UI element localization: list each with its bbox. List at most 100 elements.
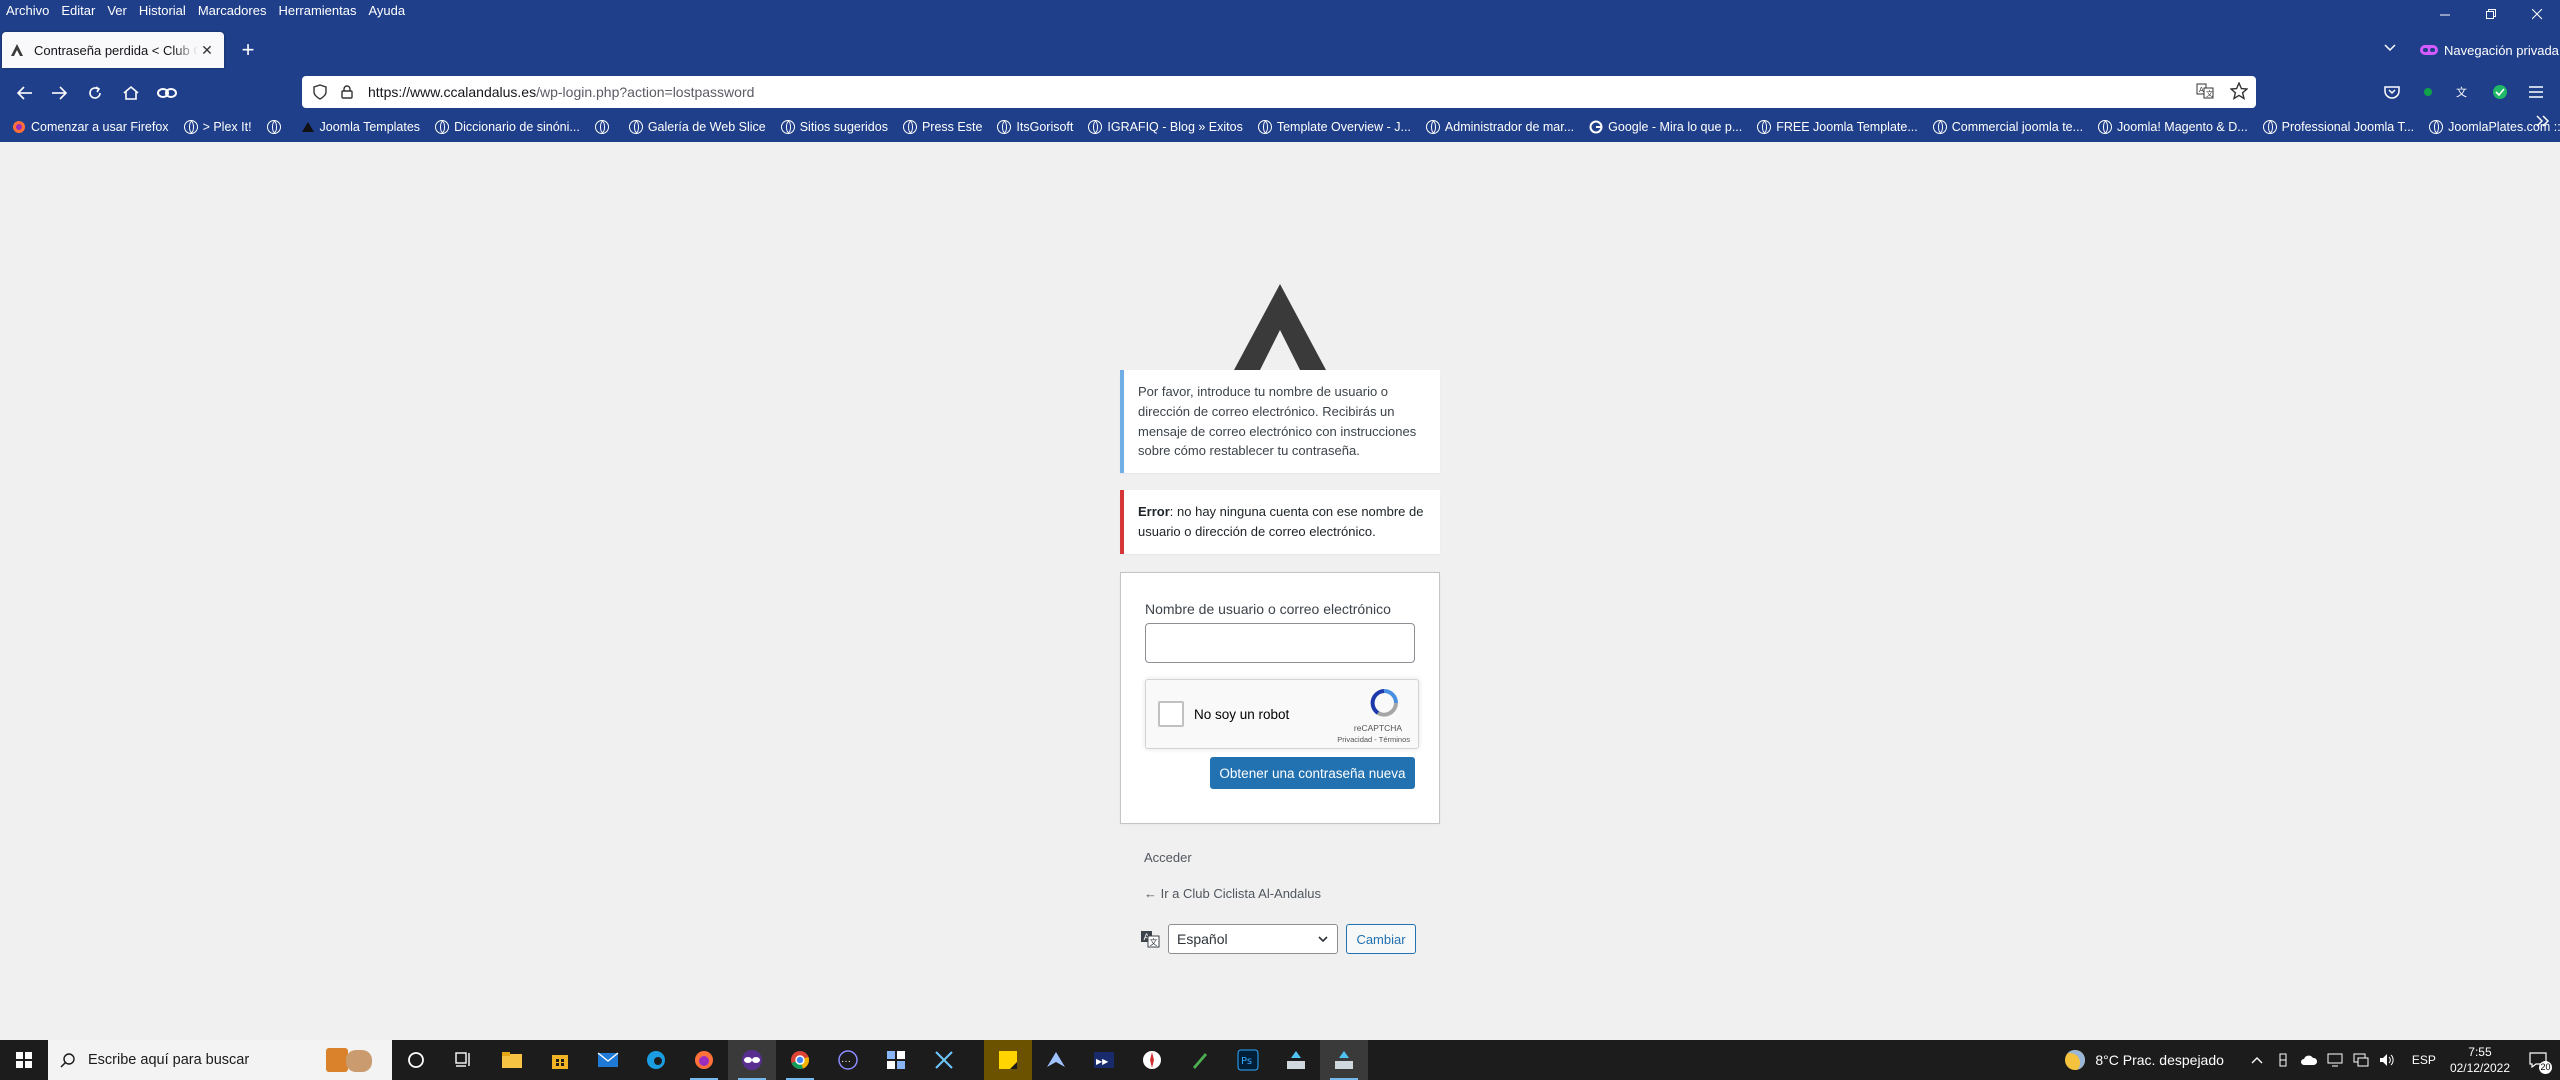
taskbar-app-photoshop[interactable]: Ps [1224,1040,1272,1080]
bookmark-item[interactable]: Google - Mira lo que p... [1589,120,1742,134]
bookmark-item[interactable]: Sitios sugeridos [780,120,888,134]
tray-volume-icon[interactable] [2378,1052,2396,1068]
tray-clock[interactable]: 7:55 02/12/2022 [2450,1044,2510,1076]
menu-archivo[interactable]: Archivo [6,3,49,18]
close-window-button[interactable] [2514,0,2560,28]
bookmark-item[interactable]: Galería de Web Slice [628,120,766,134]
minimize-button[interactable] [2422,0,2468,28]
bookmark-label: Joomla! Magento & D... [2117,120,2248,134]
photoshop-icon: Ps [1237,1049,1259,1071]
tab-list-chevron-icon[interactable] [2384,40,2396,55]
menu-editar[interactable]: Editar [61,3,95,18]
restore-button[interactable] [2468,0,2514,28]
tray-onedrive-cloud-icon[interactable] [2300,1052,2318,1068]
get-new-password-button[interactable]: Obtener una contraseña nueva [1210,757,1415,789]
bookmark-item[interactable]: Diccionario de sinóni... [435,120,580,134]
menu-marcadores[interactable]: Marcadores [198,3,267,18]
home-icon [123,85,139,100]
change-language-button[interactable]: Cambiar [1346,924,1416,954]
lock-icon[interactable] [340,85,354,99]
menu-ver[interactable]: Ver [107,3,127,18]
bookmark-item[interactable]: Joomla! Magento & D... [2098,120,2248,134]
menu-herramientas[interactable]: Herramientas [278,3,356,18]
bookmark-item[interactable]: IGRAFIQ - Blog » Exitos [1088,120,1243,134]
app-menu-button[interactable] [2524,80,2548,104]
taskbar-app-installer-2[interactable] [1320,1040,1368,1080]
taskbar-app-firefox-private[interactable] [728,1040,776,1080]
cortana-button[interactable] [392,1040,440,1080]
taskbar-app-media[interactable]: ▶▶ [1080,1040,1128,1080]
tray-usb-icon[interactable] [2274,1052,2292,1068]
bookmarks-overflow-chevron-icon[interactable] [2536,114,2550,132]
tray-input-language[interactable]: ESP [2412,1053,2436,1067]
taskbar-app-chrome[interactable] [776,1040,824,1080]
new-tab-button[interactable]: + [236,37,260,62]
bookmark-item[interactable]: Commercial joomla te... [1932,120,2083,134]
bookmark-item[interactable]: Press Este [902,120,982,134]
bookmark-item[interactable] [594,120,614,134]
pocket-button[interactable] [2380,80,2404,104]
taskbar-app-game[interactable] [1032,1040,1080,1080]
taskbar-app-edge[interactable] [632,1040,680,1080]
language-switcher: A 文 Español Cambiar [1140,924,1416,954]
back-to-site-link[interactable]: ← Ir a Club Ciclista Al-Andalus [1144,886,1321,901]
bookmark-item[interactable]: Template Overview - J... [1257,120,1411,134]
language-select[interactable]: Español [1168,924,1338,954]
bookmark-item[interactable]: ItsGorisoft [997,120,1073,134]
globe-icon [2262,120,2277,134]
bookmark-item[interactable] [266,120,286,134]
private-mode-button[interactable] [154,80,180,106]
taskbar-app-snipping[interactable] [920,1040,968,1080]
bookmark-item[interactable]: Professional Joomla T... [2262,120,2414,134]
home-button[interactable] [118,80,144,106]
info-message: Por favor, introduce tu nombre de usuari… [1120,370,1440,473]
taskbar-app-inkscape[interactable] [1176,1040,1224,1080]
translate-icon[interactable]: A文 [2196,82,2214,100]
taskbar-app-file-explorer[interactable] [488,1040,536,1080]
tray-show-hidden-chevron-icon[interactable] [2248,1052,2266,1068]
extension-translate-button[interactable]: 文 [2452,80,2476,104]
weather-widget[interactable]: 8°C Prac. despejado [2065,1050,2224,1070]
tray-display-icon[interactable] [2326,1052,2344,1068]
site-logo[interactable] [1210,282,1350,370]
url-bar[interactable]: https://www.ccalandalus.es/wp-login.php?… [302,76,2256,108]
url-text[interactable]: https://www.ccalandalus.es/wp-login.php?… [368,84,754,100]
start-button[interactable] [0,1040,48,1080]
taskbar-app-mail[interactable] [584,1040,632,1080]
notification-center-button[interactable]: 20 [2526,1048,2552,1074]
bookmark-item[interactable]: Comenzar a usar Firefox [12,120,169,134]
bookmark-star-icon[interactable] [2230,82,2248,100]
extension-shield-button[interactable] [2488,80,2512,104]
username-input[interactable] [1145,623,1415,663]
bookmark-item[interactable]: > Plex It! [183,120,252,134]
menu-ayuda[interactable]: Ayuda [368,3,405,18]
taskbar-app-grid[interactable] [872,1040,920,1080]
bookmark-label: Galería de Web Slice [647,120,766,134]
menu-historial[interactable]: Historial [139,3,186,18]
joomla-templates-icon [301,122,314,132]
taskbar-app-installer[interactable] [1272,1040,1320,1080]
taskbar-app-firefox[interactable] [680,1040,728,1080]
extension-green-button[interactable] [2416,80,2440,104]
bookmark-item[interactable]: Administrador de mar... [1425,120,1574,134]
recaptcha-links[interactable]: Privacidad - Términos [1337,735,1410,744]
browser-chrome: Archivo Editar Ver Historial Marcadores … [0,0,2560,142]
taskbar-app-compass[interactable] [1128,1040,1176,1080]
taskbar-search-box[interactable]: Escribe aquí para buscar [48,1040,392,1080]
media-app-icon: ▶▶ [1094,1052,1114,1068]
taskbar-app-store[interactable] [536,1040,584,1080]
tray-network-icon[interactable] [2352,1052,2370,1068]
forward-button[interactable] [46,80,72,106]
tab-close-icon[interactable]: ✕ [198,42,216,59]
taskbar-app-utility[interactable]: ··· [824,1040,872,1080]
recaptcha-checkbox[interactable] [1158,701,1184,727]
shield-icon[interactable] [312,84,328,100]
bookmark-item[interactable]: Joomla Templates [301,120,420,134]
back-button[interactable] [12,80,38,106]
bookmark-item[interactable]: FREE Joomla Template... [1757,120,1918,134]
tab-lost-password[interactable]: Contraseña perdida < Club Ciclista Al-An… [2,32,224,68]
login-link[interactable]: Acceder [1144,850,1192,865]
taskbar-app-sticky-notes[interactable] [984,1040,1032,1080]
reload-button[interactable] [82,80,108,106]
task-view-button[interactable] [440,1040,488,1080]
